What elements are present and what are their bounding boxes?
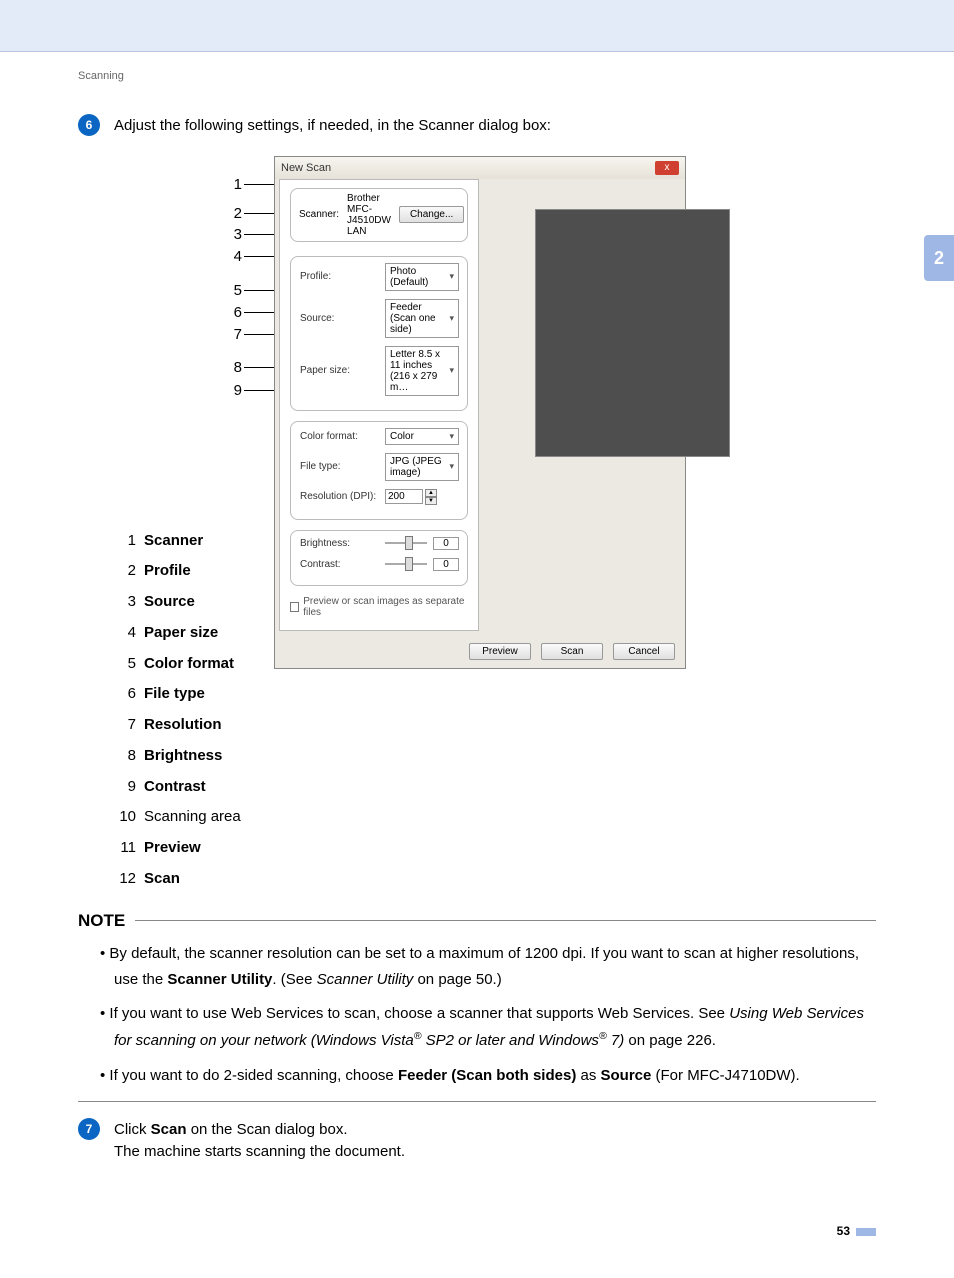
step-bullet-6: 6 <box>78 114 100 136</box>
field-brightness: Brightness <box>144 741 222 772</box>
note-heading-row: NOTE <box>78 911 876 931</box>
callout-9: 9 <box>222 382 242 399</box>
contrast-slider[interactable] <box>385 563 427 565</box>
profile-select[interactable]: Photo (Default) <box>385 263 459 291</box>
field-color-format: Color format <box>144 649 234 680</box>
brightness-value: 0 <box>433 537 459 550</box>
field-scan: Scan <box>144 864 180 895</box>
note-heading: NOTE <box>78 911 125 931</box>
papersize-label: Paper size: <box>299 364 379 377</box>
callout-1: 1 <box>222 176 242 193</box>
chapter-tab: 2 <box>924 235 954 281</box>
breadcrumb: Scanning <box>78 70 876 82</box>
step-7: 7 Click Scan on the Scan dialog box. The… <box>78 1118 876 1164</box>
filetype-select[interactable]: JPG (JPEG image) <box>385 453 459 481</box>
contrast-label: Contrast: <box>299 558 379 571</box>
scanner-dialog-figure: 1 2 3 4 5 6 7 8 9 10 11 12 New Scan x <box>222 156 732 506</box>
colorformat-label: Color format: <box>299 430 379 443</box>
field-resolution: Resolution <box>144 710 222 741</box>
step-bullet-7: 7 <box>78 1118 100 1140</box>
checkbox-icon[interactable] <box>290 602 299 612</box>
papersize-select[interactable]: Letter 8.5 x 11 inches (216 x 279 m… <box>385 346 459 396</box>
preview-button[interactable]: Preview <box>469 643 531 660</box>
field-scanning-area: Scanning area <box>144 802 241 833</box>
filetype-label: File type: <box>299 460 379 473</box>
step-7-text: Click Scan on the Scan dialog box. The m… <box>114 1118 405 1164</box>
spin-up-icon[interactable]: ▲ <box>425 489 437 497</box>
note-item-3: If you want to do 2-sided scanning, choo… <box>100 1063 876 1089</box>
resolution-label: Resolution (DPI): <box>299 490 379 503</box>
callout-8: 8 <box>222 359 242 376</box>
callout-2: 2 <box>222 205 242 222</box>
step-6-text: Adjust the following settings, if needed… <box>114 114 551 138</box>
note-item-2: If you want to use Web Services to scan,… <box>100 1001 876 1055</box>
callout-5: 5 <box>222 282 242 299</box>
dialog-title: New Scan <box>281 162 331 174</box>
page-content: Scanning 2 6 Adjust the following settin… <box>0 70 954 1278</box>
field-preview: Preview <box>144 833 201 864</box>
resolution-spinner[interactable]: ▲▼ <box>385 489 437 505</box>
note-item-1: By default, the scanner resolution can b… <box>100 941 876 994</box>
callout-6: 6 <box>222 304 242 321</box>
brightness-slider[interactable] <box>385 542 427 544</box>
new-scan-dialog: New Scan x Scanner: Brother MFC-J4510DW … <box>274 156 686 669</box>
note-list: By default, the scanner resolution can b… <box>100 941 876 1089</box>
change-button[interactable]: Change... <box>399 206 464 223</box>
source-label: Source: <box>299 312 379 325</box>
page-number: 53 <box>78 1224 876 1238</box>
dialog-titlebar: New Scan x <box>275 157 685 179</box>
field-contrast: Contrast <box>144 772 206 803</box>
cancel-button[interactable]: Cancel <box>613 643 675 660</box>
scanner-prefix: Scanner: <box>299 209 339 220</box>
page-number-bar-icon <box>856 1228 876 1236</box>
field-profile: Profile <box>144 556 191 587</box>
field-scanner: Scanner <box>144 526 203 557</box>
top-band <box>0 0 954 52</box>
field-file-type: File type <box>144 679 205 710</box>
note-rule-top <box>135 920 876 921</box>
source-select[interactable]: Feeder (Scan one side) <box>385 299 459 338</box>
colorformat-select[interactable]: Color <box>385 428 459 445</box>
preview-area <box>535 209 730 457</box>
scan-button[interactable]: Scan <box>541 643 603 660</box>
separate-files-label: Preview or scan images as separate files <box>303 596 468 618</box>
field-source: Source <box>144 587 195 618</box>
scanner-name: Brother MFC-J4510DW LAN <box>347 193 391 237</box>
field-paper-size: Paper size <box>144 618 218 649</box>
step-6: 6 Adjust the following settings, if need… <box>78 114 876 138</box>
scanner-row: Scanner: Brother MFC-J4510DW LAN Change.… <box>290 188 468 242</box>
resolution-input[interactable] <box>385 489 423 504</box>
callout-3: 3 <box>222 226 242 243</box>
profile-label: Profile: <box>299 270 379 283</box>
contrast-value: 0 <box>433 558 459 571</box>
note-rule-bottom <box>78 1101 876 1102</box>
separate-files-checkbox-row[interactable]: Preview or scan images as separate files <box>290 596 468 618</box>
callout-4: 4 <box>222 248 242 265</box>
close-icon[interactable]: x <box>655 161 679 175</box>
brightness-label: Brightness: <box>299 537 379 550</box>
spin-down-icon[interactable]: ▼ <box>425 497 437 505</box>
callout-7: 7 <box>222 326 242 343</box>
